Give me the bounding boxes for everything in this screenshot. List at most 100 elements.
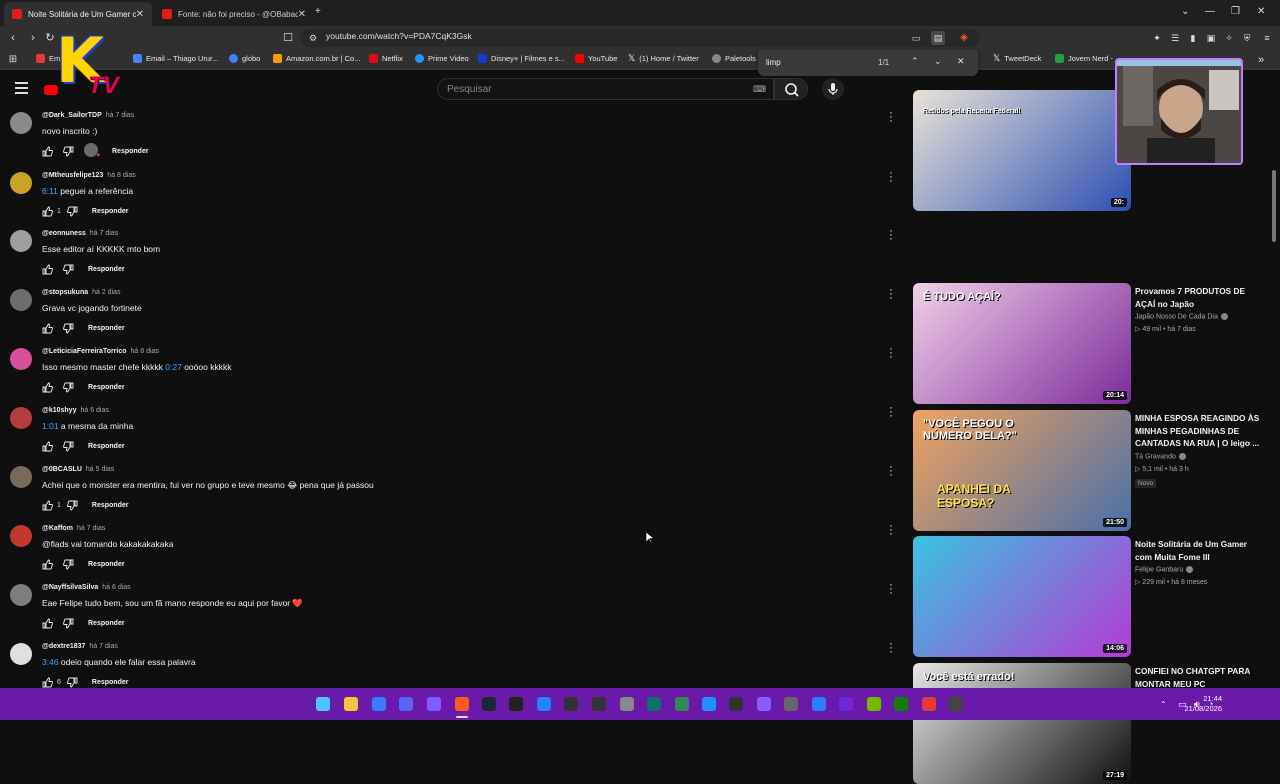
find-input[interactable]: limp <box>766 58 781 67</box>
comment-timestamp-link[interactable]: 6:11 <box>42 186 58 196</box>
bookmark-item[interactable]: Prime Video <box>415 54 469 63</box>
reading-list-icon[interactable]: ☰ <box>1168 31 1182 45</box>
bookmark-item[interactable]: Amazon.com.br | Co... <box>273 54 360 63</box>
dislike-icon[interactable] <box>63 382 74 393</box>
hamburger-menu-icon[interactable] <box>15 82 28 97</box>
tab-search-icon[interactable]: ⌄ <box>1181 6 1189 17</box>
comment-more-options-icon[interactable]: · · · <box>888 283 894 303</box>
video-channel[interactable]: Felipe Ganbaru <box>1135 566 1194 573</box>
commenter-avatar[interactable] <box>10 230 32 252</box>
app-icon[interactable] <box>839 697 853 711</box>
bookmark-icon[interactable]: ☐ <box>281 31 295 45</box>
video-channel[interactable]: Japão Nosso De Cada Dia <box>1135 313 1228 320</box>
app-icon[interactable] <box>702 697 716 711</box>
commenter-handle[interactable]: @k10shyy há 6 dias <box>42 407 109 414</box>
find-close-icon[interactable]: ✕ <box>957 56 965 67</box>
video-thumbnail[interactable]: Retidos pela Receita Federal! 20: <box>913 90 1131 211</box>
apps-grid-icon[interactable]: ⊞ <box>6 53 20 67</box>
app-icon[interactable] <box>675 697 689 711</box>
youtube-music-icon[interactable] <box>922 697 936 711</box>
reply-button[interactable]: Responder <box>112 148 149 155</box>
close-tab-icon[interactable]: ✕ <box>298 9 306 20</box>
comment-timestamp-link[interactable]: 3:46 <box>42 657 59 667</box>
search-button[interactable] <box>774 78 808 100</box>
commenter-handle[interactable]: @Mtheusfelipe123 há 8 dias <box>42 172 136 179</box>
commenter-avatar[interactable] <box>10 525 32 547</box>
like-icon[interactable] <box>42 206 53 217</box>
sidebar-icon[interactable]: ▮ <box>1186 31 1200 45</box>
reply-button[interactable]: Responder <box>88 561 125 568</box>
commenter-avatar[interactable] <box>10 466 32 488</box>
video-thumbnail[interactable]: "VOCÊ PEGOU O NÚMERO DELA?" APANHEI DA ES… <box>913 410 1131 531</box>
commenter-handle[interactable]: @Kaffom há 7 dias <box>42 525 105 532</box>
dislike-icon[interactable] <box>63 264 74 275</box>
video-thumbnail[interactable]: 14:06 <box>913 536 1131 657</box>
brave-shield-icon[interactable]: ◈ <box>957 31 971 45</box>
voice-search-button[interactable] <box>822 78 844 100</box>
like-icon[interactable] <box>42 146 53 157</box>
bookmark-item[interactable]: Disney+ | Filmes e s... <box>478 54 565 63</box>
leo-ai-icon[interactable]: ✧ <box>1222 31 1236 45</box>
epic-games-icon[interactable] <box>729 697 743 711</box>
commenter-handle[interactable]: @dextre1837 há 7 dias <box>42 643 118 650</box>
brave-icon[interactable] <box>455 697 469 711</box>
comment-timestamp-link[interactable]: 1:01 <box>42 421 59 431</box>
find-previous-icon[interactable]: ⌃ <box>911 56 919 67</box>
cast-icon[interactable]: ▭ <box>909 31 923 45</box>
comment-more-options-icon[interactable]: · · · <box>888 342 894 362</box>
dislike-icon[interactable] <box>63 559 74 570</box>
video-title[interactable]: CONFIEI NO CHATGPT PARA MONTAR MEU PC <box>1135 665 1265 690</box>
dislike-icon[interactable] <box>63 146 74 157</box>
scrollbar-thumb[interactable] <box>1272 170 1276 242</box>
wallet-icon[interactable]: ▣ <box>1204 31 1218 45</box>
app-icon[interactable] <box>647 697 661 711</box>
commenter-handle[interactable]: @eonnuness há 7 dias <box>42 230 118 237</box>
like-icon[interactable] <box>42 618 53 629</box>
bookmark-item[interactable]: 𝕏 TweetDeck <box>993 54 1041 64</box>
minimize-icon[interactable]: — <box>1205 6 1215 17</box>
like-icon[interactable] <box>42 323 53 334</box>
find-next-icon[interactable]: ⌄ <box>934 56 942 67</box>
reply-button[interactable]: Responder <box>92 208 129 215</box>
site-info-icon[interactable]: ⚙ <box>306 31 320 45</box>
comment-more-options-icon[interactable]: · · · <box>888 637 894 657</box>
dislike-icon[interactable] <box>67 677 78 688</box>
close-window-icon[interactable]: ✕ <box>1257 6 1265 17</box>
comment-timestamp-link[interactable]: 0:27 <box>165 362 182 372</box>
tab-layout-icon[interactable]: ▤ <box>931 31 945 45</box>
reply-button[interactable]: Responder <box>88 266 125 273</box>
comment-more-options-icon[interactable]: · · · <box>888 106 894 126</box>
bookmark-item[interactable]: Paletools <box>712 54 756 63</box>
forward-icon[interactable]: › <box>26 31 40 45</box>
nvidia-icon[interactable] <box>867 697 881 711</box>
more-bookmarks-icon[interactable]: » <box>1254 53 1268 67</box>
reply-button[interactable]: Responder <box>88 325 125 332</box>
tab-active[interactable]: Noite Solitária de Um Gamer co ✕ <box>4 2 152 26</box>
bookmark-item[interactable]: YouTube <box>575 54 617 63</box>
app-icon[interactable] <box>537 697 551 711</box>
comment-more-options-icon[interactable]: · · · <box>888 166 894 186</box>
comment-more-options-icon[interactable]: · · · <box>888 578 894 598</box>
comment-more-options-icon[interactable]: · · · <box>888 224 894 244</box>
browser-icon[interactable] <box>372 697 386 711</box>
comment-more-options-icon[interactable]: · · · <box>888 519 894 539</box>
reply-button[interactable]: Responder <box>92 502 129 509</box>
maximize-icon[interactable]: ❐ <box>1231 6 1240 17</box>
reply-button[interactable]: Responder <box>88 620 125 627</box>
obs-icon[interactable] <box>592 697 606 711</box>
like-icon[interactable] <box>42 559 53 570</box>
chrome-icon[interactable] <box>620 697 634 711</box>
bookmark-item[interactable]: 𝕏 (1) Home / Twitter <box>628 54 699 64</box>
new-tab-icon[interactable]: + <box>315 6 321 17</box>
extensions-icon[interactable]: ✦ <box>1150 31 1164 45</box>
video-thumbnail[interactable]: Você está errado! 27:19 <box>913 663 1131 784</box>
bookmark-item[interactable]: Email – Thiago Urur... <box>133 54 218 63</box>
app-icon[interactable] <box>427 697 441 711</box>
xbox-icon[interactable] <box>894 697 908 711</box>
dislike-icon[interactable] <box>67 500 78 511</box>
video-title[interactable]: Noite Solitária de Um Gamer com Muita Fo… <box>1135 538 1265 563</box>
like-icon[interactable] <box>42 441 53 452</box>
reply-button[interactable]: Responder <box>88 443 125 450</box>
taskbar-clock[interactable]: 21:44 21/08/2026 <box>1184 694 1222 714</box>
tray-overflow-icon[interactable]: ⌃ <box>1160 700 1167 709</box>
